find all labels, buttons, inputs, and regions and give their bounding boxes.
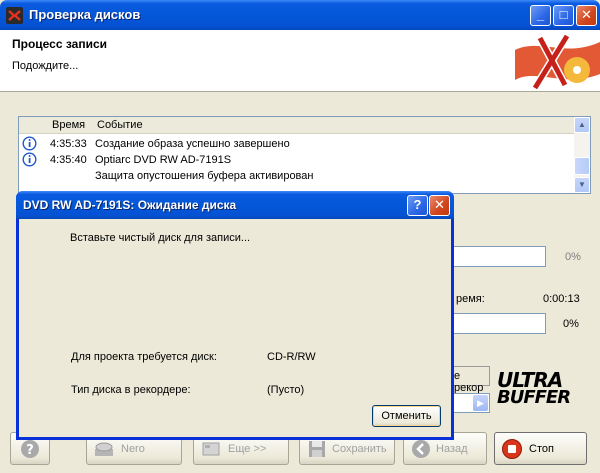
scroll-thumb[interactable] xyxy=(574,157,590,175)
ultrabuffer-logo: ULTRA BUFFER xyxy=(497,370,592,412)
nero-button-label: Nero xyxy=(121,443,145,455)
logo-line2: BUFFER xyxy=(497,387,571,408)
header-title: Процесс записи xyxy=(12,37,108,51)
log-header: Время Событие xyxy=(19,117,575,134)
stop-icon xyxy=(502,439,522,459)
title-bar[interactable]: Проверка дисков _ □ ✕ xyxy=(0,0,600,30)
save-icon xyxy=(309,441,325,457)
log-event: Защита опустошения буфера активирован xyxy=(95,170,314,182)
help-icon: ? xyxy=(21,440,39,458)
disc-type-value: (Пусто) xyxy=(267,384,305,396)
disc-burner-icon xyxy=(95,442,113,456)
window-title: Проверка дисков xyxy=(29,7,141,22)
more-button-label: Еще >> xyxy=(228,443,267,455)
required-disc-label: Для проекта требуется диск: xyxy=(71,351,217,363)
log-row[interactable]: 4:35:40 Optiarc DVD RW AD-7191S xyxy=(19,152,575,168)
log-scrollbar[interactable]: ▲ ▼ xyxy=(574,117,590,193)
log-event: Optiarc DVD RW AD-7191S xyxy=(95,154,232,166)
minimize-button[interactable]: _ xyxy=(530,5,551,26)
disc-type-label: Тип диска в рекордере: xyxy=(71,384,191,396)
back-button-label: Назад xyxy=(436,443,468,455)
progress-field-2 xyxy=(452,313,546,334)
maximize-button[interactable]: □ xyxy=(553,5,574,26)
scroll-down-icon[interactable]: ▼ xyxy=(574,177,590,193)
recorder-combo-text: е рекор xyxy=(454,370,484,394)
progress-percent-2: 0% xyxy=(563,318,579,330)
dialog-close-button[interactable]: ✕ xyxy=(429,195,450,216)
progress-field-1 xyxy=(452,246,546,267)
event-log-list[interactable]: Время Событие 4:35:33 Создание образа ус… xyxy=(18,116,591,194)
scroll-up-icon[interactable]: ▲ xyxy=(574,117,590,133)
stop-button-label: Стоп xyxy=(529,443,554,455)
dialog-title-bar[interactable]: DVD RW AD-7191S: Ожидание диска ? ✕ xyxy=(16,191,454,219)
log-time: 4:35:33 xyxy=(50,138,87,150)
cancel-button[interactable]: Отменить xyxy=(372,405,441,427)
save-button-label: Сохранить xyxy=(332,443,387,455)
elapsed-time-value: 0:00:13 xyxy=(543,293,580,305)
log-row[interactable]: Защита опустошения буфера активирован xyxy=(19,168,575,184)
dialog-title: DVD RW AD-7191S: Ожидание диска xyxy=(23,198,237,212)
info-icon xyxy=(22,152,37,167)
dialog-message: Вставьте чистый диск для записи... xyxy=(70,232,251,244)
chevron-right-icon[interactable]: ▶ xyxy=(473,395,488,411)
column-time[interactable]: Время xyxy=(52,119,85,131)
stop-button[interactable]: Стоп xyxy=(494,432,587,465)
column-event[interactable]: Событие xyxy=(97,119,143,131)
log-event: Создание образа успешно завершено xyxy=(95,138,290,150)
log-time: 4:35:40 xyxy=(50,154,87,166)
wait-disc-dialog: DVD RW AD-7191S: Ожидание диска ? ✕ Вста… xyxy=(16,191,454,440)
progress-percent-1: 0% xyxy=(565,251,581,263)
info-icon xyxy=(22,136,37,151)
dialog-help-button[interactable]: ? xyxy=(407,195,428,216)
nero-app-icon xyxy=(6,7,23,24)
more-icon xyxy=(202,442,220,456)
log-row[interactable]: 4:35:33 Создание образа успешно завершен… xyxy=(19,136,575,152)
header-subtitle: Подождите... xyxy=(12,60,79,72)
nero-logo xyxy=(515,33,600,91)
close-button[interactable]: ✕ xyxy=(576,5,597,26)
recorder-combo[interactable]: е рекор xyxy=(452,366,490,394)
speed-combo[interactable]: ▶ xyxy=(452,393,490,413)
elapsed-time-label: ремя: xyxy=(456,293,485,305)
back-arrow-icon xyxy=(412,440,430,458)
svg-text:?: ? xyxy=(26,443,34,458)
required-disc-value: CD-R/RW xyxy=(267,351,316,363)
